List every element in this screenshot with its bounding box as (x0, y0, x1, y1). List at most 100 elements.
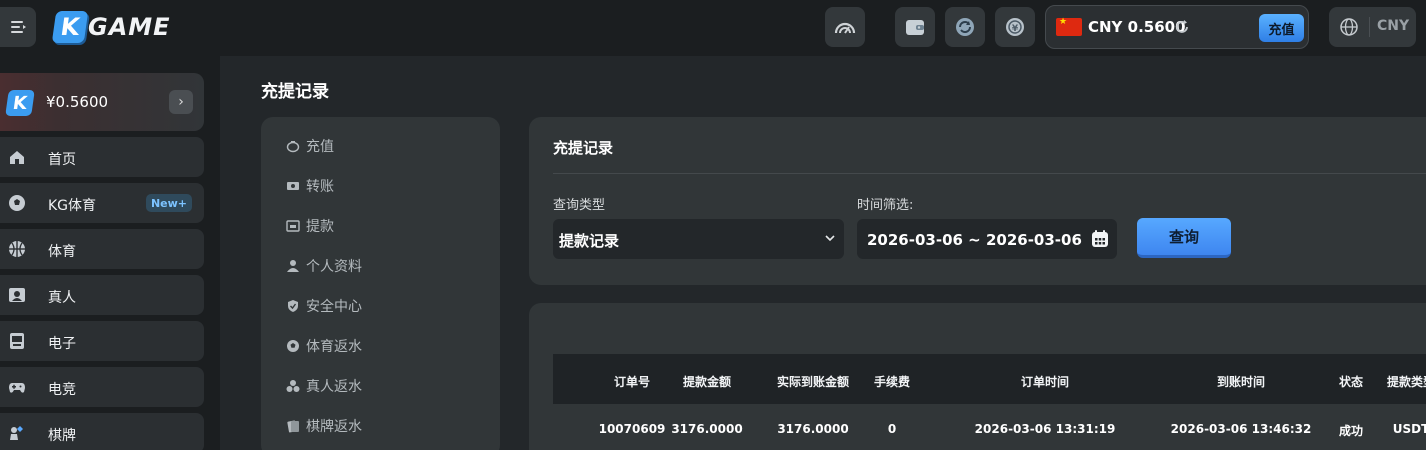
sidebar-item-label: 真人 (48, 290, 76, 306)
subnav-label: 转账 (306, 179, 334, 195)
logo-mark: K (51, 11, 89, 43)
subnav-item-security[interactable]: 安全中心 (286, 296, 362, 316)
sidebar-item-kg-sports[interactable]: KG体育 New+ (0, 183, 204, 223)
speed-button[interactable] (825, 7, 865, 47)
subnav-item-deposit[interactable]: 充值 (286, 136, 334, 156)
slot-machine-icon (10, 333, 24, 349)
soccer-ball-icon (9, 195, 25, 211)
subnav-item-chess-rebate[interactable]: 棋牌返水 (286, 416, 362, 436)
account-subnav: 充值 转账 提款 个人资料 安全中心 体育返水 真人返水 棋牌返水 (261, 117, 500, 450)
subnav-label: 棋牌返水 (306, 419, 362, 435)
sidebar-item-label: 电子 (48, 336, 76, 352)
subnav-label: 个人资料 (306, 259, 362, 275)
top-header: K GAME ¥ CNY 0.5600 (0, 0, 1426, 56)
chevron-right-icon[interactable]: › (169, 90, 193, 114)
subnav-item-withdraw[interactable]: 提款 (286, 216, 334, 236)
yuan-coin-icon: ¥ (1006, 18, 1024, 36)
subnav-label: 充值 (306, 139, 334, 155)
speedometer-icon (834, 22, 856, 34)
brand-k-icon: K (5, 90, 35, 116)
language-selector[interactable]: CNY (1329, 7, 1416, 47)
sidebar-item-home[interactable]: 首页 (0, 137, 204, 177)
col-order-no: 订单号 (613, 375, 651, 389)
cell-order-time: 2026-03-06 13:31:19 (974, 422, 1116, 436)
sidebar-item-chess[interactable]: 棋牌 (0, 413, 204, 450)
sidebar-item-label: 首页 (48, 152, 76, 168)
gamepad-icon (9, 383, 25, 393)
sidebar-balance: ¥0.5600 (46, 93, 109, 111)
filter-divider (553, 173, 1426, 174)
menu-icon (11, 21, 26, 33)
cell-actual-amount: 3176.0000 (777, 422, 849, 436)
subnav-item-sports-rebate[interactable]: 体育返水 (286, 336, 362, 356)
filter-panel: 充提记录 查询类型 时间筛选: 提款记录 2026-03-06 ~ 2026-0… (529, 117, 1426, 285)
sidebar: K ¥0.5600 › 首页 KG体育 New+ 体育 真人 电子 电竞 棋牌 (0, 56, 220, 450)
sidebar-item-slots[interactable]: 电子 (0, 321, 204, 361)
query-button[interactable]: 查询 (1137, 218, 1231, 258)
balance-refresh-icon[interactable] (1174, 19, 1190, 35)
col-actual-amount: 实际到账金额 (776, 375, 850, 389)
home-icon (10, 151, 24, 164)
chevron-down-icon (825, 235, 835, 242)
sidebar-item-label: 电竞 (48, 382, 76, 398)
withdraw-icon (286, 220, 300, 232)
menu-button[interactable] (0, 7, 36, 47)
piggy-bank-icon (286, 141, 300, 153)
query-type-value: 提款记录 (559, 232, 620, 250)
deposit-button[interactable]: 充值 (1259, 14, 1304, 42)
filter-title: 充提记录 (553, 139, 614, 157)
records-table-panel: 订单号 提款金额 实际到账金额 手续费 订单时间 到账时间 状态 提款类型 10… (529, 303, 1426, 450)
site-logo[interactable]: K GAME (51, 10, 171, 44)
globe-icon (1340, 18, 1358, 36)
cell-arrival-time: 2026-03-06 13:46:32 (1170, 422, 1312, 436)
subnav-item-live-rebate[interactable]: 真人返水 (286, 376, 362, 396)
col-withdraw-amount: 提款金额 (682, 375, 732, 389)
wallet-balance-box: CNY 0.5600 充值 (1045, 5, 1309, 49)
cell-order-no: 10070609 (598, 422, 666, 436)
calendar-icon[interactable] (1090, 229, 1110, 249)
subnav-label: 体育返水 (306, 339, 362, 355)
user-icon (287, 260, 299, 272)
cell-fee: 0 (887, 422, 897, 436)
subnav-label: 安全中心 (306, 299, 362, 315)
sidebar-item-label: 棋牌 (48, 428, 76, 444)
sidebar-balance-card[interactable]: K ¥0.5600 › (0, 73, 204, 131)
query-type-select[interactable]: 提款记录 (553, 219, 844, 259)
col-order-time: 订单时间 (1020, 375, 1070, 389)
subnav-label: 提款 (306, 219, 334, 235)
sidebar-item-label: KG体育 (48, 198, 97, 214)
subnav-label: 真人返水 (306, 379, 362, 395)
refresh-button[interactable] (945, 7, 985, 47)
poker-chip-icon (286, 380, 300, 392)
page-title: 充提记录 (261, 82, 329, 102)
chess-icon (10, 426, 23, 440)
wallet-button[interactable] (895, 7, 935, 47)
sidebar-item-live[interactable]: 真人 (0, 275, 204, 315)
shield-icon (288, 300, 298, 312)
wallet-balance: CNY 0.5600 (1088, 18, 1186, 36)
subnav-item-profile[interactable]: 个人资料 (286, 256, 362, 276)
col-fee: 手续费 (873, 375, 911, 389)
cell-withdraw-type: USDT (1392, 422, 1426, 436)
table-row[interactable]: 10070609 3176.0000 3176.0000 0 2026-03-0… (553, 404, 1426, 450)
col-status: 状态 (1338, 375, 1364, 389)
language-divider (1369, 17, 1370, 37)
live-dealer-icon (9, 288, 25, 302)
new-badge: New+ (146, 194, 192, 212)
subnav-item-transfer[interactable]: 转账 (286, 176, 334, 196)
refresh-icon (956, 18, 974, 36)
cards-icon (287, 420, 299, 433)
sidebar-item-esports[interactable]: 电竞 (0, 367, 204, 407)
sidebar-item-sports[interactable]: 体育 (0, 229, 204, 269)
sidebar-item-label: 体育 (48, 244, 76, 260)
table-header: 订单号 提款金额 实际到账金额 手续费 订单时间 到账时间 状态 提款类型 (553, 354, 1426, 404)
svg-text:¥: ¥ (1012, 24, 1019, 34)
withdraw-button[interactable]: ¥ (995, 7, 1035, 47)
col-arrival-time: 到账时间 (1216, 375, 1266, 389)
time-filter-label: 时间筛选: (857, 198, 914, 213)
cell-withdraw-amount: 3176.0000 (671, 422, 743, 436)
date-range-value: 2026-03-06 ~ 2026-03-06 (867, 231, 1082, 249)
china-flag-icon (1056, 17, 1082, 36)
date-range-input[interactable]: 2026-03-06 ~ 2026-03-06 (857, 219, 1117, 259)
logo-text: GAME (88, 13, 171, 41)
